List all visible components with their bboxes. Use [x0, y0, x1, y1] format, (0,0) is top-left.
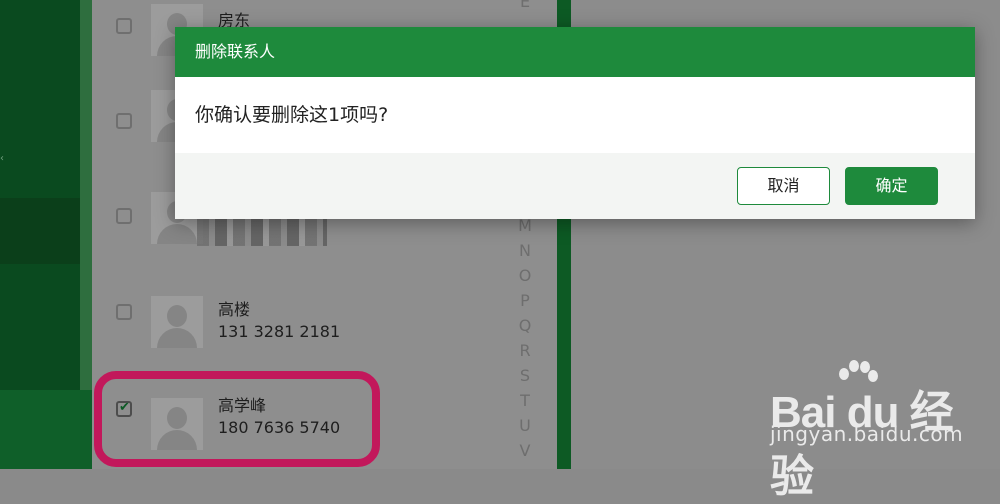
caret-icon: ‹ [0, 153, 4, 164]
index-letter[interactable]: R [507, 341, 543, 360]
contact-name: 高楼 [218, 300, 251, 319]
index-letter[interactable]: U [507, 416, 543, 435]
index-letter[interactable]: O [507, 266, 543, 285]
dialog-title: 删除联系人 [175, 27, 975, 77]
dialog-footer: 取消 确定 [175, 153, 975, 219]
contact-checkbox[interactable] [116, 304, 132, 320]
dialog-message: 你确认要删除这1项吗? [175, 77, 975, 153]
blurred-contact-info [197, 218, 327, 246]
index-letter[interactable]: E [507, 0, 543, 11]
cancel-button[interactable]: 取消 [737, 167, 830, 205]
index-letter[interactable]: N [507, 241, 543, 260]
contact-checkbox[interactable] [116, 113, 132, 129]
index-letter[interactable]: V [507, 441, 543, 460]
index-letter[interactable]: S [507, 366, 543, 385]
avatar [151, 296, 203, 348]
baidu-watermark: Bai du 经验 jingyan.baidu.com [770, 360, 990, 501]
contact-checkbox[interactable] [116, 208, 132, 224]
index-letter[interactable]: Q [507, 316, 543, 335]
delete-contact-dialog: 删除联系人 你确认要删除这1项吗? 取消 确定 [175, 27, 975, 219]
watermark-url: jingyan.baidu.com [770, 422, 964, 446]
contact-checkbox[interactable] [116, 18, 132, 34]
index-letter[interactable]: P [507, 291, 543, 310]
contact-phone: 131 3281 2181 [218, 322, 341, 341]
sidebar-background [0, 0, 80, 390]
sidebar: ‹ [0, 0, 92, 469]
sidebar-divider [80, 0, 92, 390]
sidebar-item-selected[interactable] [0, 198, 80, 264]
index-letter[interactable]: T [507, 391, 543, 410]
annotation-highlight [94, 371, 380, 467]
contact-row[interactable]: 高楼 131 3281 2181 [92, 282, 507, 372]
confirm-button[interactable]: 确定 [845, 167, 938, 205]
paw-icon [839, 360, 878, 382]
